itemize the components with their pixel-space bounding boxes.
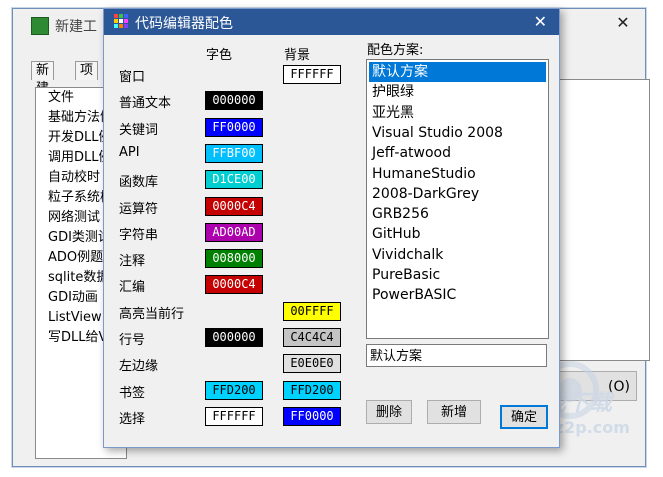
list-item[interactable]: 文件 xyxy=(48,88,74,108)
foreground-color-swatch[interactable]: 008000 xyxy=(205,249,263,268)
list-item[interactable]: 调用DLL例 xyxy=(48,148,112,168)
list-item[interactable]: 开发DLL例 xyxy=(48,128,112,148)
row-label: 左边缘 xyxy=(119,359,159,374)
foreground-color-swatch[interactable]: FFD200 xyxy=(205,381,263,400)
scheme-label: 配色方案: xyxy=(367,43,424,58)
row-label: API xyxy=(119,145,140,160)
row-label: 函数库 xyxy=(119,175,159,190)
background-color-swatch[interactable]: FFD200 xyxy=(283,381,341,400)
scheme-item[interactable]: 默认方案 xyxy=(369,62,546,82)
row-label: 选择 xyxy=(119,412,146,427)
tab-project[interactable]: 项 xyxy=(75,61,99,80)
app-icon xyxy=(31,17,49,35)
add-button[interactable]: 新增 xyxy=(427,400,481,424)
background-right-panel xyxy=(558,79,650,361)
foreground-color-swatch[interactable]: 0000C4 xyxy=(205,275,263,294)
row-label: 汇编 xyxy=(119,280,146,295)
ok-button[interactable]: 确定 xyxy=(500,405,548,429)
row-label: 字符串 xyxy=(119,228,159,243)
list-item[interactable]: 自动校时 xyxy=(48,168,100,188)
background-window-title: 新建工 xyxy=(55,19,97,35)
scheme-item[interactable]: 亚光黑 xyxy=(369,103,546,123)
list-item[interactable]: 网络测试 xyxy=(48,208,100,228)
foreground-color-swatch[interactable]: FF0000 xyxy=(205,118,263,137)
foreground-color-swatch[interactable]: AD00AD xyxy=(205,223,263,242)
row-label: 窗口 xyxy=(119,70,146,85)
foreground-color-swatch[interactable]: 000000 xyxy=(205,91,263,110)
scheme-item[interactable]: PowerBASIC xyxy=(369,285,546,305)
scheme-item[interactable]: Vividchalk xyxy=(369,245,546,265)
scheme-list[interactable]: 默认方案 护眼绿 亚光黑 Visual Studio 2008 Jeff-atwood H… xyxy=(366,59,549,339)
delete-button[interactable]: 删除 xyxy=(366,400,412,424)
list-item[interactable]: GDI动画 xyxy=(48,288,98,308)
row-label: 行号 xyxy=(119,333,146,348)
background-color-swatch[interactable]: FF0000 xyxy=(283,407,341,426)
background-column-header: 背景 xyxy=(284,48,311,63)
background-color-swatch[interactable]: FFFFFF xyxy=(283,65,341,84)
background-color-swatch[interactable]: E0E0E0 xyxy=(283,354,341,373)
scheme-item[interactable]: GRB256 xyxy=(369,204,546,224)
color-scheme-dialog: 代码编辑器配色 ✕ 字色 背景 窗口 FFFFFF 普通文本 000000 关键词 FF0… xyxy=(103,8,560,448)
foreground-color-swatch[interactable]: FFFFFF xyxy=(205,407,263,426)
palette-icon xyxy=(114,14,129,29)
scheme-item[interactable]: GitHub xyxy=(369,224,546,244)
scheme-item[interactable]: 护眼绿 xyxy=(369,82,546,102)
scheme-item[interactable]: PureBasic xyxy=(369,265,546,285)
row-label: 普通文本 xyxy=(119,96,172,111)
row-label: 注释 xyxy=(119,254,146,269)
foreground-color-swatch[interactable]: FFBF00 xyxy=(205,144,263,163)
scheme-item[interactable]: HumaneStudio xyxy=(369,164,546,184)
foreground-color-swatch[interactable]: 0000C4 xyxy=(205,197,263,216)
background-color-swatch[interactable]: C4C4C4 xyxy=(283,328,341,347)
background-color-swatch[interactable]: 00FFFF xyxy=(283,302,341,321)
list-item[interactable]: sqlite数据 xyxy=(48,268,109,288)
scheme-item[interactable]: 2008-DarkGrey xyxy=(369,184,546,204)
list-item[interactable]: ADO例题 xyxy=(48,248,103,268)
dialog-title: 代码编辑器配色 xyxy=(135,16,233,32)
row-label: 运算符 xyxy=(119,202,159,217)
scheme-item[interactable]: Visual Studio 2008 xyxy=(369,123,546,143)
close-icon[interactable]: ✕ xyxy=(534,12,547,31)
list-item[interactable]: GDI类测试 xyxy=(48,228,111,248)
row-label: 高亮当前行 xyxy=(119,307,185,322)
scheme-item[interactable]: Jeff-atwood xyxy=(369,143,546,163)
row-label: 关键词 xyxy=(119,123,159,138)
foreground-color-swatch[interactable]: 000000 xyxy=(205,328,263,347)
foreground-color-swatch[interactable]: D1CE00 xyxy=(205,170,263,189)
dialog-titlebar: 代码编辑器配色 ✕ xyxy=(104,9,559,35)
tab-new[interactable]: 新建 xyxy=(31,61,55,96)
close-icon[interactable]: ✕ xyxy=(613,13,633,33)
foreground-column-header: 字色 xyxy=(206,48,233,63)
row-label: 书签 xyxy=(119,386,146,401)
scheme-name-input[interactable]: 默认方案 xyxy=(366,344,547,367)
